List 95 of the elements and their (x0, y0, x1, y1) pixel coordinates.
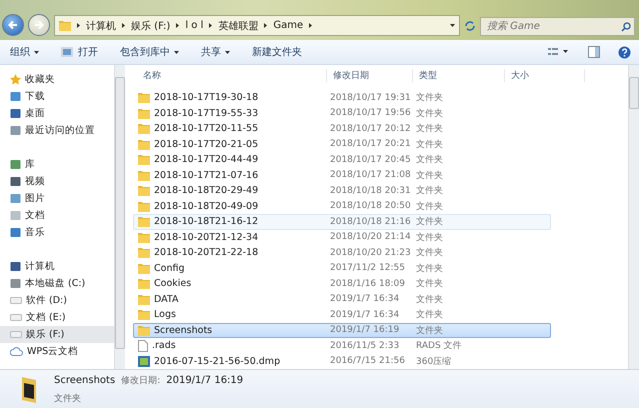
file-row[interactable]: 2018-10-20T21-12-34 2018/10/20 21:14 文件夹 (133, 230, 551, 245)
chevron-icon (76, 23, 81, 28)
sidebar-group[interactable]: 库 (10, 156, 114, 173)
breadcrumb-item[interactable]: 娱乐 (F:) (131, 18, 170, 32)
chevron-icon (121, 23, 126, 28)
sidebar-item[interactable]: WPS云文档 (0, 343, 114, 360)
folder-icon (138, 216, 150, 228)
caret-icon (174, 50, 179, 54)
column-header[interactable]: 修改日期 (327, 68, 413, 82)
search-icon (621, 22, 631, 32)
sidebar-item[interactable]: 桌面 (0, 105, 114, 122)
sidebar-item[interactable]: 本地磁盘 (C:) (0, 275, 114, 292)
address-folder-icon (59, 20, 71, 31)
details-type: 文件夹 (54, 392, 82, 404)
sidebar-item[interactable]: 下载 (0, 88, 114, 105)
dropdown-caret-icon[interactable] (450, 23, 455, 28)
address-bar[interactable]: 计算机 娱乐 (F:) l o l 英雄联盟 Game (54, 15, 460, 36)
folder-icon (138, 108, 150, 119)
details-date: 2019/1/7 16:19 (166, 374, 244, 386)
file-row[interactable]: 2018-10-18T21-16-12 2018/10/18 21:16 文件夹 (133, 214, 551, 230)
folder-icon (138, 154, 150, 166)
sidebar-group[interactable]: 计算机 (10, 258, 114, 275)
breadcrumb-item[interactable]: 英雄联盟 (218, 18, 258, 32)
sidebar-group[interactable]: 收藏夹 (10, 71, 114, 88)
folder-icon (138, 200, 150, 212)
folder-icon (138, 247, 150, 258)
folder-icon (138, 170, 150, 181)
file-row[interactable]: Logs 2019/1/7 16:34 文件夹 (133, 307, 551, 322)
search-field[interactable]: 搜索 Game (480, 17, 635, 36)
cloud-icon (10, 347, 23, 356)
file-row[interactable]: 2018-10-17T19-30-18 2018/10/17 19:31 文件夹 (133, 90, 551, 106)
file-row[interactable]: Config 2017/11/2 12:55 文件夹 (133, 260, 551, 276)
folder-icon (138, 232, 150, 243)
toolbar-button[interactable]: 组织 (8, 43, 41, 61)
sidebar-item[interactable]: 视频 (0, 173, 114, 190)
scrollbar[interactable] (114, 65, 125, 369)
forward-button[interactable] (28, 14, 50, 36)
folder-icon (138, 278, 150, 290)
toolbar-button[interactable]: 新建文件夹 (250, 43, 304, 61)
file-row[interactable]: 2018-10-20T21-22-18 2018/10/20 21:23 文件夹 (133, 245, 551, 260)
chevron-icon (308, 23, 314, 28)
file-row[interactable]: 2016-07-15-21-56-50.dmp 2016/7/15 21:56 360压缩 (133, 354, 551, 369)
file-row[interactable]: Cookies 2018/1/16 18:09 文件夹 (133, 276, 551, 292)
back-arrow-icon (8, 20, 18, 30)
sidebar-item[interactable]: 图片 (0, 190, 114, 207)
sidebar-item[interactable]: 软件 (D:) (0, 292, 114, 309)
back-button[interactable] (2, 14, 24, 36)
sidebar-item[interactable]: 娱乐 (F:) (0, 326, 114, 343)
refresh-icon[interactable] (464, 20, 476, 32)
chevron-icon (175, 23, 180, 28)
sidebar-item[interactable]: 音乐 (0, 224, 114, 241)
caret-icon (225, 50, 230, 54)
folder-icon (138, 324, 150, 336)
file-row[interactable]: DATA 2019/1/7 16:34 文件夹 (133, 292, 551, 307)
sidebar-item[interactable]: 文档 (E:) (0, 309, 114, 326)
file-row[interactable]: 2018-10-17T20-21-05 2018/10/17 20:21 文件夹 (133, 136, 551, 152)
file-row[interactable]: 2018-10-17T20-11-55 2018/10/17 20:12 文件夹 (133, 121, 551, 136)
forward-arrow-icon (34, 20, 44, 30)
column-header[interactable]: 名称 (137, 68, 327, 82)
folder-icon (138, 92, 150, 104)
preview-pane-icon[interactable] (588, 46, 600, 58)
chevron-icon (208, 23, 214, 28)
breadcrumb-item[interactable]: 计算机 (86, 18, 116, 32)
help-icon[interactable] (618, 46, 631, 58)
toolbar-button[interactable]: 包含到库中 (118, 43, 181, 61)
sidebar-item[interactable]: 最近访问的位置 (0, 122, 114, 139)
file-row[interactable]: 2018-10-17T20-44-49 2018/10/17 20:45 文件夹 (133, 152, 551, 168)
scrollbar[interactable] (628, 65, 639, 369)
file-row[interactable]: 2018-10-18T20-49-09 2018/10/18 20:50 文件夹 (133, 198, 551, 214)
folder-icon (138, 294, 150, 305)
file-row[interactable]: .rads 2016/11/5 2:33 RADS 文件 (133, 338, 551, 354)
file-row[interactable]: 2018-10-17T19-55-33 2018/10/17 19:56 文件夹 (133, 106, 551, 121)
folder-icon (138, 123, 150, 134)
details-date-label: 修改日期: (121, 374, 160, 386)
column-header[interactable]: 类型 (413, 68, 505, 82)
folder-icon (138, 138, 150, 150)
file-row[interactable]: 2018-10-17T21-07-16 2018/10/17 21:08 文件夹 (133, 168, 551, 183)
archive-icon (138, 356, 150, 367)
file-row[interactable]: Screenshots 2019/1/7 16:19 文件夹 (133, 322, 551, 338)
caret-icon (34, 50, 39, 54)
details-name: Screenshots (54, 374, 116, 386)
view-options-icon[interactable] (548, 47, 570, 57)
sidebar-item[interactable]: 文档 (0, 207, 114, 224)
breadcrumb-item[interactable]: l o l (185, 20, 204, 31)
column-header[interactable]: 大小 (505, 68, 585, 82)
toolbar-button[interactable]: 共享 (199, 43, 232, 61)
folder-icon (138, 309, 150, 320)
breadcrumb-item[interactable]: Game (273, 20, 304, 31)
file-icon (138, 340, 148, 352)
folder-icon (138, 262, 150, 274)
folder-icon (138, 185, 150, 196)
toolbar-button[interactable]: 打开 (59, 43, 100, 61)
chevron-icon (263, 23, 268, 28)
file-row[interactable]: 2018-10-18T20-29-49 2018/10/18 20:31 文件夹 (133, 183, 551, 198)
star-icon (10, 74, 21, 85)
